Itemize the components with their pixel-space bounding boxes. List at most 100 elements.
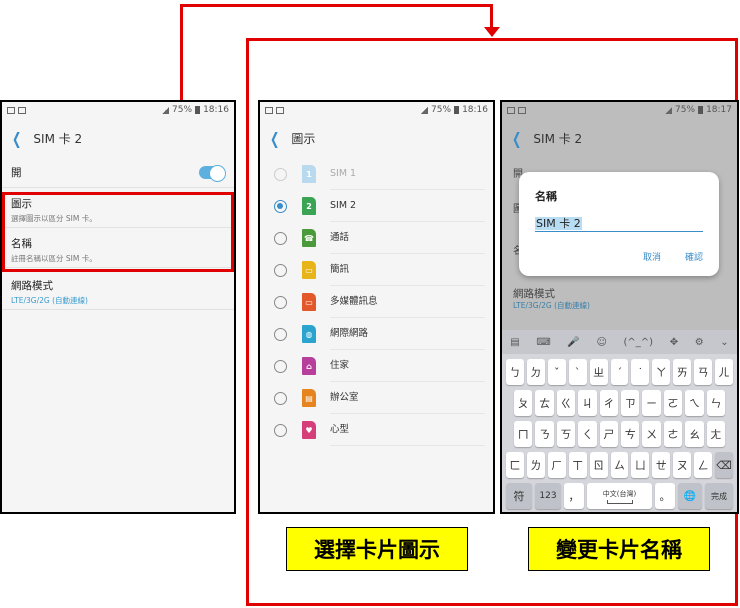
zhuyin-key[interactable]: ㄆ <box>514 390 533 416</box>
zhuyin-key[interactable]: ㄑ <box>578 421 597 447</box>
radio-button[interactable] <box>274 295 287 309</box>
icon-option-6[interactable]: ⌂ 住家 <box>260 350 493 382</box>
back-icon[interactable]: ❮ <box>12 129 21 148</box>
cancel-button[interactable]: 取消 <box>643 250 661 263</box>
zhuyin-key[interactable]: ㄠ <box>685 421 704 447</box>
zhuyin-key[interactable]: ㄅ <box>506 359 524 385</box>
comma-key[interactable]: ， <box>564 483 584 509</box>
zhuyin-key[interactable]: ㄜ <box>663 421 683 447</box>
radio-button[interactable] <box>274 391 287 405</box>
period-key[interactable]: 。 <box>655 483 675 509</box>
icon-option-5[interactable]: ◍ 網際網路 <box>260 318 493 350</box>
zhuyin-key[interactable]: ㄩ <box>631 452 650 478</box>
icon-option-3[interactable]: ▭ 簡訊 <box>260 254 493 286</box>
zhuyin-key[interactable]: ㄐ <box>578 390 597 416</box>
done-key[interactable]: 完成 <box>705 483 733 509</box>
zhuyin-key[interactable]: ㄥ <box>694 452 713 478</box>
zhuyin-key[interactable]: ㄕ <box>599 421 619 447</box>
connector-line-horizontal <box>180 4 493 7</box>
zhuyin-key[interactable]: ㄎ <box>556 421 576 447</box>
zhuyin-key[interactable]: ㄟ <box>685 390 704 416</box>
icon-option-label: 住家 <box>330 350 485 382</box>
icon-option-7[interactable]: ▤ 辦公室 <box>260 382 493 414</box>
radio-button[interactable] <box>274 231 287 245</box>
zhuyin-key[interactable]: ㄉ <box>526 359 545 385</box>
radio-button[interactable] <box>274 199 287 213</box>
keyboard-toolbar-icon-0[interactable]: ▤ <box>510 337 519 348</box>
zhuyin-key[interactable]: ㄛ <box>663 390 683 416</box>
zhuyin-key[interactable]: ㄦ <box>715 359 733 385</box>
keyboard-row-2: ㄆㄊㄍㄐㄔㄗㄧㄛㄟㄣ <box>502 390 737 416</box>
zhuyin-key[interactable]: ㄊ <box>535 390 554 416</box>
zhuyin-key[interactable]: ˋ <box>568 359 587 385</box>
zhuyin-key[interactable]: ˙ <box>631 359 650 385</box>
zhuyin-key[interactable]: ㄌ <box>526 452 545 478</box>
name-input[interactable]: SIM 卡 2 <box>535 212 703 232</box>
icon-option-4[interactable]: ▭ 多媒體訊息 <box>260 286 493 318</box>
enable-toggle-row[interactable]: 開 <box>2 158 234 188</box>
space-key[interactable]: 中文(台灣) <box>587 483 652 509</box>
backspace-icon[interactable]: ⌫ <box>715 452 733 478</box>
space-bar-icon <box>606 499 633 504</box>
radio-button[interactable] <box>274 327 287 341</box>
keyboard-toolbar: ▤ ⌨ 🎤 ☺ (^_^) ✥ ⚙ ⌄ <box>502 330 737 354</box>
bg-row-network: 網路模式 <box>513 288 555 300</box>
zhuyin-key[interactable]: ㄞ <box>673 359 692 385</box>
zhuyin-key[interactable]: ㄨ <box>642 421 661 447</box>
zhuyin-key[interactable]: ㄖ <box>589 452 608 478</box>
zhuyin-key[interactable]: ㄇ <box>514 421 533 447</box>
zhuyin-key[interactable]: ㄈ <box>506 452 524 478</box>
enable-toggle[interactable] <box>199 165 226 182</box>
zhuyin-key[interactable]: ㄘ <box>621 421 640 447</box>
icon-option-1[interactable]: 2 SIM 2 <box>260 190 493 222</box>
app-bar: ❮ 圖示 <box>260 118 493 158</box>
zhuyin-key[interactable]: ˊ <box>610 359 629 385</box>
status-bar: 75% 18:17 <box>502 102 737 118</box>
zhuyin-key[interactable]: ㄚ <box>652 359 671 385</box>
icon-option-label: 辦公室 <box>330 382 485 414</box>
zhuyin-key[interactable]: ㄤ <box>706 421 726 447</box>
sim-card-icon: ☎ <box>302 229 316 247</box>
zhuyin-key[interactable]: ㄋ <box>535 421 554 447</box>
icon-option-2[interactable]: ☎ 通話 <box>260 222 493 254</box>
numbers-key[interactable]: 123 <box>535 483 561 509</box>
rename-dialog: 名稱 SIM 卡 2 取消 確認 <box>519 172 719 276</box>
zhuyin-key[interactable]: ㄢ <box>694 359 713 385</box>
back-icon[interactable]: ❮ <box>270 129 279 148</box>
radio-button[interactable] <box>274 359 287 373</box>
keyboard-toolbar-icon-5[interactable]: ✥ <box>670 337 678 348</box>
keyboard-toolbar-icon-1[interactable]: ⌨ <box>536 337 550 348</box>
zhuyin-key[interactable]: ㄒ <box>568 452 587 478</box>
app-bar: ❮ SIM 卡 2 <box>502 118 737 158</box>
zhuyin-key[interactable]: ㄡ <box>673 452 692 478</box>
radio-button[interactable] <box>274 263 287 277</box>
zhuyin-key[interactable]: ㄝ <box>652 452 671 478</box>
zhuyin-key[interactable]: ㄙ <box>610 452 629 478</box>
zhuyin-key[interactable]: ㄣ <box>706 390 726 416</box>
keyboard-toolbar-icon-2[interactable]: 🎤 <box>567 337 579 348</box>
dialog-title: 名稱 <box>535 190 557 203</box>
keyboard-toolbar-icon-3[interactable]: ☺ <box>596 337 606 348</box>
icon-option-0: 1 SIM 1 <box>260 158 493 190</box>
confirm-button[interactable]: 確認 <box>685 250 703 263</box>
icon-option-8[interactable]: ♥ 心型 <box>260 414 493 446</box>
keyboard-row-3: ㄇㄋㄎㄑㄕㄘㄨㄜㄠㄤ <box>502 421 737 447</box>
zhuyin-key[interactable]: ㄍ <box>556 390 576 416</box>
bg-row-network-sub: LTE/3G/2G (自動連線) <box>513 301 590 310</box>
symbol-key[interactable]: 符 <box>506 483 532 509</box>
zhuyin-key[interactable]: ˇ <box>547 359 566 385</box>
globe-icon[interactable]: 🌐 <box>678 483 702 509</box>
zhuyin-key[interactable]: ㄧ <box>642 390 661 416</box>
zhuyin-key[interactable]: ㄏ <box>547 452 566 478</box>
radio-button[interactable] <box>274 423 287 437</box>
keyboard-toolbar-icon-7[interactable]: ⌄ <box>720 337 728 348</box>
back-icon[interactable]: ❮ <box>512 129 521 148</box>
zhuyin-key[interactable]: ㄓ <box>589 359 608 385</box>
zhuyin-key[interactable]: ㄗ <box>621 390 640 416</box>
keyboard-toolbar-icon-4[interactable]: (^_^) <box>624 337 654 348</box>
icon-option-label: 網際網路 <box>330 318 485 350</box>
keyboard-toolbar-icon-6[interactable]: ⚙ <box>695 337 704 348</box>
network-mode-row[interactable]: 網路模式 LTE/3G/2G (自動連線) <box>2 268 234 310</box>
zhuyin-key[interactable]: ㄔ <box>599 390 619 416</box>
sim-card-icon: ▭ <box>302 261 316 279</box>
